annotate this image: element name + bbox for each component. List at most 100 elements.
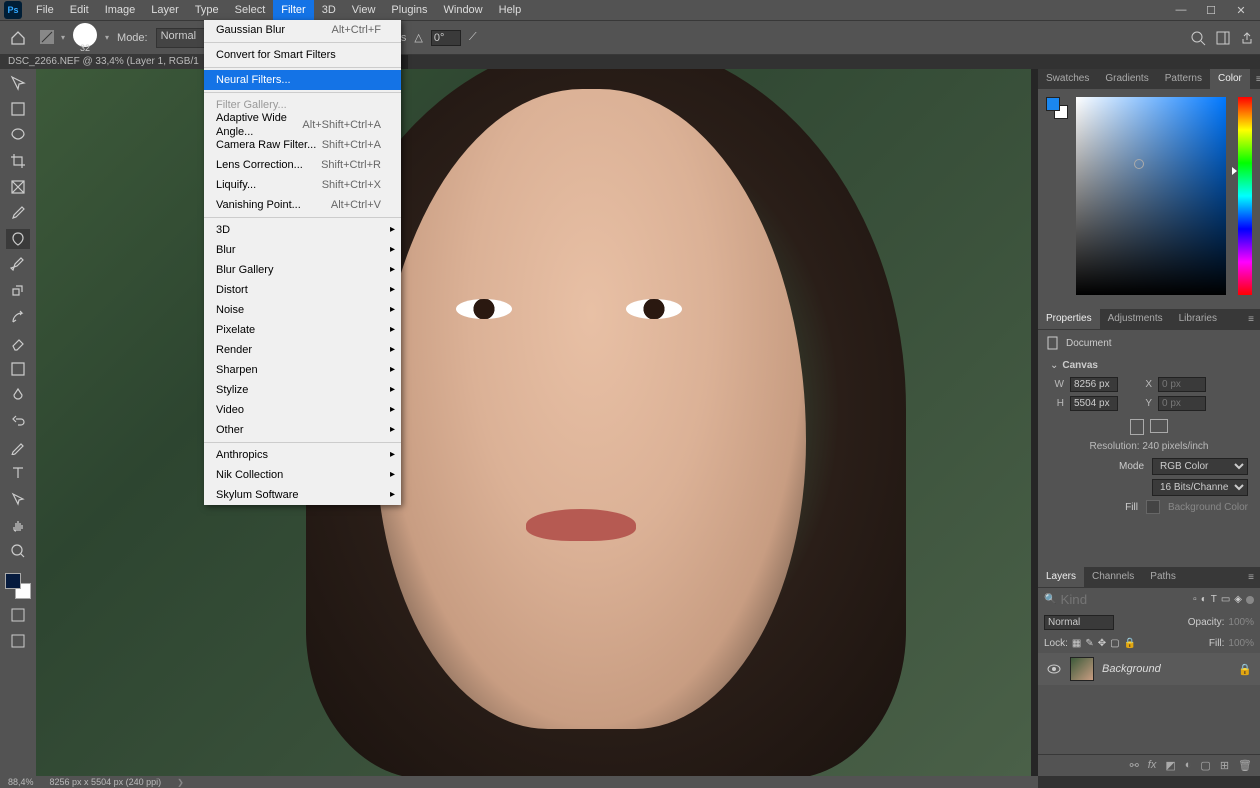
quickmask-icon[interactable] — [6, 605, 30, 625]
tool-path-select-icon[interactable] — [6, 489, 30, 509]
menu-edit[interactable]: Edit — [62, 0, 97, 20]
filter-pixel-icon[interactable]: ▫ — [1193, 594, 1197, 605]
menuitem-camera-raw-filter-[interactable]: Camera Raw Filter...Shift+Ctrl+A — [204, 135, 401, 155]
lock-transparent-icon[interactable]: ▦ — [1072, 638, 1081, 649]
link-layers-icon[interactable]: ⚯ — [1130, 759, 1139, 772]
filter-smart-icon[interactable]: ◈ — [1234, 594, 1242, 605]
layer-mask-icon[interactable]: ◩ — [1165, 759, 1175, 772]
menuitem-liquify-[interactable]: Liquify...Shift+Ctrl+X — [204, 175, 401, 195]
menuitem-video[interactable]: Video — [204, 400, 401, 420]
tab-color[interactable]: Color — [1210, 69, 1250, 89]
angle-input[interactable] — [431, 30, 461, 46]
foreground-background-colors[interactable] — [5, 573, 31, 599]
fill-swatch-icon[interactable] — [1146, 500, 1160, 514]
menuitem-stylize[interactable]: Stylize — [204, 380, 401, 400]
tool-move-icon[interactable] — [6, 73, 30, 93]
color-swatch-pair[interactable] — [1046, 97, 1068, 119]
canvas-section-toggle[interactable]: Canvas — [1050, 360, 1248, 371]
pressure-icon[interactable]: ⟋ — [469, 31, 477, 44]
statusbar-caret-icon[interactable]: ❯ — [177, 778, 184, 787]
menu-plugins[interactable]: Plugins — [383, 0, 435, 20]
tab-swatches[interactable]: Swatches — [1038, 69, 1097, 89]
tool-hand-icon[interactable] — [6, 515, 30, 535]
menu-layer[interactable]: Layer — [143, 0, 187, 20]
panel-menu-icon[interactable]: ≡ — [1242, 572, 1260, 583]
filter-adjust-icon[interactable]: ◐ — [1201, 594, 1207, 605]
lock-paint-icon[interactable]: ✎ — [1085, 638, 1093, 649]
menuitem-sharpen[interactable]: Sharpen — [204, 360, 401, 380]
layer-fx-icon[interactable]: fx — [1148, 759, 1157, 772]
lock-position-icon[interactable]: ✥ — [1098, 638, 1106, 649]
tool-blur-icon[interactable] — [6, 385, 30, 405]
minimize-icon[interactable]: — — [1166, 0, 1196, 20]
menu-file[interactable]: File — [28, 0, 62, 20]
color-mode-select[interactable]: RGB Color — [1152, 458, 1248, 475]
search-small-icon[interactable]: 🔍 — [1044, 594, 1056, 605]
menu-image[interactable]: Image — [97, 0, 144, 20]
tool-brush-icon[interactable] — [6, 255, 30, 275]
menu-view[interactable]: View — [344, 0, 384, 20]
menuitem-skylum-software[interactable]: Skylum Software — [204, 485, 401, 505]
layer-row[interactable]: Background 🔒 — [1038, 653, 1260, 685]
new-layer-icon[interactable]: ⊞ — [1220, 759, 1229, 772]
menuitem-noise[interactable]: Noise — [204, 300, 401, 320]
tab-libraries[interactable]: Libraries — [1171, 309, 1225, 329]
tab-adjustments[interactable]: Adjustments — [1100, 309, 1171, 329]
tool-spot-heal-icon[interactable] — [6, 229, 30, 249]
tool-clone-icon[interactable] — [6, 281, 30, 301]
tool-marquee-icon[interactable] — [6, 99, 30, 119]
tab-gradients[interactable]: Gradients — [1097, 69, 1156, 89]
hue-slider[interactable] — [1238, 97, 1252, 295]
menuitem-neural-filters-[interactable]: Neural Filters... — [204, 70, 401, 90]
tool-preset-icon[interactable] — [38, 28, 58, 48]
menu-help[interactable]: Help — [491, 0, 530, 20]
adjustment-layer-icon[interactable]: ◐ — [1185, 759, 1192, 772]
maximize-icon[interactable]: ☐ — [1196, 0, 1226, 20]
tool-dodge-icon[interactable] — [6, 411, 30, 431]
home-icon[interactable] — [6, 26, 30, 50]
orientation-landscape-icon[interactable] — [1150, 419, 1168, 433]
color-field[interactable] — [1076, 97, 1226, 295]
tab-paths[interactable]: Paths — [1142, 567, 1184, 587]
delete-layer-icon[interactable]: 🗑 — [1238, 759, 1252, 772]
visibility-eye-icon[interactable] — [1046, 663, 1062, 675]
kind-filter-input[interactable] — [1060, 592, 1100, 607]
menuitem-vanishing-point-[interactable]: Vanishing Point...Alt+Ctrl+V — [204, 195, 401, 215]
lock-artboard-icon[interactable]: ▢ — [1110, 638, 1119, 649]
workspace-icon[interactable] — [1216, 31, 1230, 45]
tab-properties[interactable]: Properties — [1038, 309, 1100, 329]
tool-history-brush-icon[interactable] — [6, 307, 30, 327]
menu-filter[interactable]: Filter — [273, 0, 313, 20]
menuitem-other[interactable]: Other — [204, 420, 401, 440]
tab-patterns[interactable]: Patterns — [1157, 69, 1210, 89]
menuitem-lens-correction-[interactable]: Lens Correction...Shift+Ctrl+R — [204, 155, 401, 175]
menuitem-blur-gallery[interactable]: Blur Gallery — [204, 260, 401, 280]
tool-zoom-icon[interactable] — [6, 541, 30, 561]
tool-gradient-icon[interactable] — [6, 359, 30, 379]
width-input[interactable] — [1070, 377, 1118, 392]
panel-menu-icon[interactable]: ≡ — [1250, 74, 1260, 85]
bit-depth-select[interactable]: 16 Bits/Channel — [1152, 479, 1248, 496]
canvas-area[interactable] — [36, 69, 1038, 776]
orientation-portrait-icon[interactable] — [1130, 419, 1144, 435]
menuitem-3d[interactable]: 3D — [204, 220, 401, 240]
share-icon[interactable] — [1240, 31, 1254, 45]
group-icon[interactable]: ▢ — [1200, 759, 1210, 772]
menuitem-pixelate[interactable]: Pixelate — [204, 320, 401, 340]
menuitem-render[interactable]: Render — [204, 340, 401, 360]
height-input[interactable] — [1070, 396, 1118, 411]
layer-lock-icon[interactable]: 🔒 — [1238, 663, 1252, 676]
menuitem-blur[interactable]: Blur — [204, 240, 401, 260]
zoom-level[interactable]: 88,4% — [8, 777, 34, 787]
tool-eraser-icon[interactable] — [6, 333, 30, 353]
menu-type[interactable]: Type — [187, 0, 227, 20]
filter-shape-icon[interactable]: ▭ — [1221, 594, 1230, 605]
blend-mode-select[interactable]: Normal — [1044, 615, 1114, 630]
lock-all-icon[interactable]: 🔒 — [1124, 638, 1136, 649]
tab-channels[interactable]: Channels — [1084, 567, 1142, 587]
close-icon[interactable]: ✕ — [1226, 0, 1256, 20]
menuitem-anthropics[interactable]: Anthropics — [204, 445, 401, 465]
panel-menu-icon[interactable]: ≡ — [1242, 314, 1260, 325]
doc-tab[interactable]: DSC_2266.NEF @ 33,4% (Layer 1, RGB/1× — [0, 55, 221, 69]
tool-pen-icon[interactable] — [6, 437, 30, 457]
